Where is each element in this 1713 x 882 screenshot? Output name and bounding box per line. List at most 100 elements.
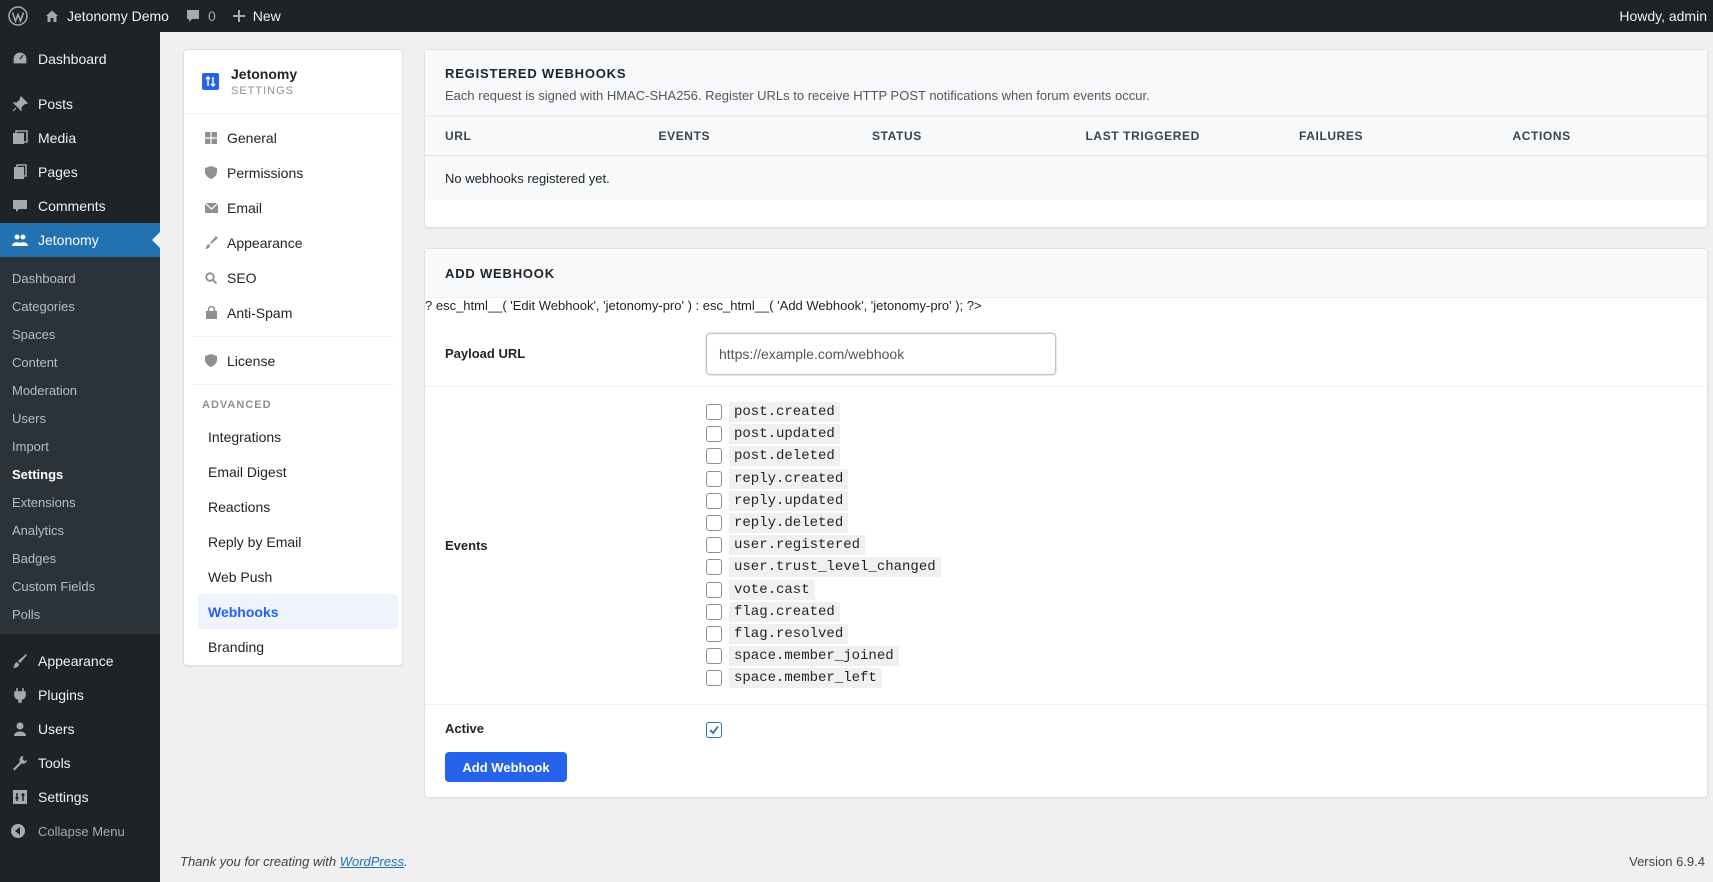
menu-comments[interactable]: Comments — [0, 189, 160, 223]
active-label: Active — [445, 721, 485, 736]
event-option[interactable]: reply.updated — [706, 490, 941, 512]
menu-tools[interactable]: Tools — [0, 746, 160, 780]
event-checkbox[interactable] — [706, 537, 722, 554]
menu-jetonomy[interactable]: Jetonomy — [0, 223, 160, 257]
admin-footer: Thank you for creating with WordPress. V… — [180, 854, 1705, 869]
new-content-link[interactable]: New — [224, 0, 289, 32]
active-checkbox[interactable] — [706, 722, 722, 738]
submenu-custom-fields[interactable]: Custom Fields — [0, 572, 160, 600]
comment-icon — [10, 196, 30, 216]
site-name-link[interactable]: Jetonomy Demo — [36, 0, 177, 32]
site-name: Jetonomy Demo — [67, 8, 169, 24]
event-option[interactable]: space.member_left — [706, 667, 941, 689]
nav-webhooks[interactable]: Webhooks — [198, 594, 398, 629]
nav-permissions[interactable]: Permissions — [184, 155, 402, 190]
submenu-analytics[interactable]: Analytics — [0, 516, 160, 544]
wordpress-logo-icon[interactable] — [0, 0, 36, 32]
event-option[interactable]: flag.resolved — [706, 623, 941, 645]
comments-link[interactable]: 0 — [177, 0, 224, 32]
nav-web-push[interactable]: Web Push — [184, 559, 402, 594]
menu-posts[interactable]: Posts — [0, 87, 160, 121]
media-icon — [10, 128, 30, 148]
event-checkbox[interactable] — [706, 559, 722, 576]
nav-integrations[interactable]: Integrations — [184, 419, 402, 454]
add-webhook-button[interactable]: Add Webhook — [445, 752, 567, 782]
users-group-icon — [10, 230, 30, 250]
event-checkbox[interactable] — [706, 515, 722, 532]
event-checkbox[interactable] — [706, 470, 722, 487]
nav-seo[interactable]: SEO — [184, 260, 402, 295]
settings-brand: Jetonomy SETTINGS — [184, 50, 402, 114]
event-option[interactable]: user.registered — [706, 534, 941, 556]
nav-anti-spam[interactable]: Anti-Spam — [184, 295, 402, 330]
event-option[interactable]: post.deleted — [706, 445, 941, 467]
nav-branding[interactable]: Branding — [184, 629, 402, 664]
collapse-menu-button[interactable]: Collapse Menu — [0, 814, 160, 848]
event-option[interactable]: post.created — [706, 401, 941, 423]
nav-email-digest[interactable]: Email Digest — [184, 454, 402, 489]
menu-plugins[interactable]: Plugins — [0, 678, 160, 712]
submenu-import[interactable]: Import — [0, 432, 160, 460]
lock-icon — [204, 306, 218, 319]
event-option[interactable]: reply.created — [706, 468, 941, 490]
checkmark-icon — [709, 725, 719, 735]
nav-reply-by-email[interactable]: Reply by Email — [184, 524, 402, 559]
event-checkbox[interactable] — [706, 625, 722, 642]
menu-plugins-label: Plugins — [38, 687, 84, 703]
webhooks-table-header: URL EVENTS STATUS LAST TRIGGERED FAILURE… — [425, 116, 1707, 156]
event-checkbox[interactable] — [706, 648, 722, 665]
nav-reactions[interactable]: Reactions — [184, 489, 402, 524]
menu-settings-label: Settings — [38, 789, 89, 805]
menu-dashboard[interactable]: Dashboard — [0, 42, 160, 76]
submenu-spaces[interactable]: Spaces — [0, 320, 160, 348]
events-label: Events — [445, 538, 488, 553]
submenu-settings[interactable]: Settings — [0, 460, 160, 488]
event-checkbox[interactable] — [706, 426, 722, 443]
submenu-badges[interactable]: Badges — [0, 544, 160, 572]
event-checkbox[interactable] — [706, 404, 722, 421]
submenu-dashboard[interactable]: Dashboard — [0, 264, 160, 292]
event-option[interactable]: space.member_joined — [706, 645, 941, 667]
submenu-extensions[interactable]: Extensions — [0, 488, 160, 516]
events-row: Events — [425, 387, 1707, 705]
event-name: user.registered — [729, 535, 866, 556]
payload-url-input[interactable] — [706, 332, 1056, 375]
event-option[interactable]: user.trust_level_changed — [706, 556, 941, 578]
menu-settings[interactable]: Settings — [0, 780, 160, 814]
nav-general-label: General — [227, 129, 277, 146]
menu-users[interactable]: Users — [0, 712, 160, 746]
event-checkbox[interactable] — [706, 448, 722, 465]
event-checkbox[interactable] — [706, 670, 722, 687]
event-option[interactable]: flag.created — [706, 601, 941, 623]
wordpress-link[interactable]: WordPress — [340, 854, 404, 869]
event-checkbox[interactable] — [706, 581, 722, 598]
menu-media[interactable]: Media — [0, 121, 160, 155]
howdy-text: Howdy, admin — [1619, 8, 1707, 24]
jetonomy-logo-icon — [202, 73, 219, 90]
nav-license[interactable]: License — [184, 343, 402, 378]
admin-bar: Jetonomy Demo 0 New Howdy, admin — [0, 0, 1713, 32]
menu-pages[interactable]: Pages — [0, 155, 160, 189]
add-webhook-card: ADD WEBHOOK ? esc_html__( 'Edit Webhook'… — [424, 248, 1708, 798]
event-option[interactable]: post.updated — [706, 423, 941, 445]
submenu-content[interactable]: Content — [0, 348, 160, 376]
event-name: post.updated — [729, 424, 840, 445]
menu-appearance[interactable]: Appearance — [0, 644, 160, 678]
submenu-moderation[interactable]: Moderation — [0, 376, 160, 404]
submenu-polls[interactable]: Polls — [0, 600, 160, 628]
submenu-users[interactable]: Users — [0, 404, 160, 432]
event-checkbox[interactable] — [706, 603, 722, 620]
nav-appearance[interactable]: Appearance — [184, 225, 402, 260]
nav-email[interactable]: Email — [184, 190, 402, 225]
event-option[interactable]: vote.cast — [706, 579, 941, 601]
event-option[interactable]: reply.deleted — [706, 512, 941, 534]
column-last-triggered: LAST TRIGGERED — [1085, 129, 1200, 143]
nav-general[interactable]: General — [184, 120, 402, 155]
submenu-categories[interactable]: Categories — [0, 292, 160, 320]
nav-advanced-heading: ADVANCED — [202, 399, 272, 411]
dashboard-icon — [10, 49, 30, 69]
my-account-link[interactable]: Howdy, admin — [1611, 0, 1713, 32]
payload-url-label: Payload URL — [445, 346, 526, 361]
settings-sliders-icon — [10, 787, 30, 807]
event-checkbox[interactable] — [706, 492, 722, 509]
